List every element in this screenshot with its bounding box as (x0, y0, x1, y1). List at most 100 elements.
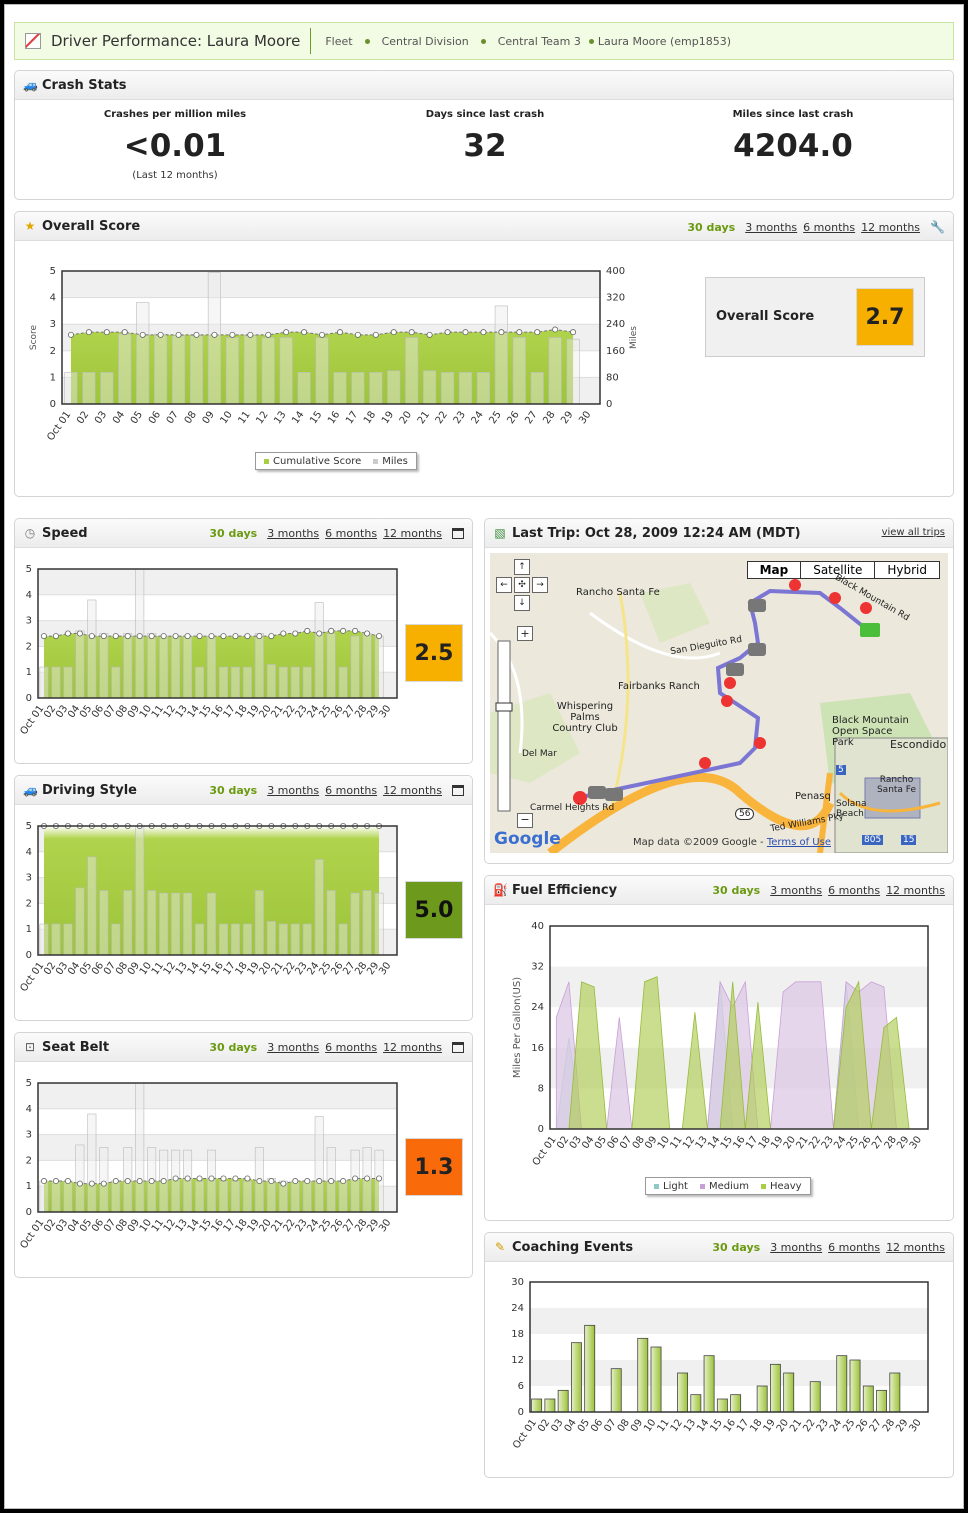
view-all-trips-link[interactable]: view all trips (882, 527, 945, 538)
trip-map[interactable]: ↑ ← ✣ → ↓ + − Map Satellite Hybrid Rancho … (490, 553, 948, 853)
range-3-months[interactable]: 3 months (267, 527, 319, 540)
miles-bar (100, 372, 114, 405)
legend-miles[interactable]: Miles (373, 456, 408, 467)
coaching-bar (650, 1346, 662, 1413)
score-point (148, 1178, 155, 1185)
score-point (136, 633, 143, 640)
range-selector: 30 days 3 months 6 months 12 months (209, 784, 464, 797)
event-marker (860, 602, 872, 614)
range-6-months[interactable]: 6 months (828, 884, 880, 897)
miles-bar (362, 633, 372, 699)
stop-marker (748, 643, 766, 656)
window-icon[interactable] (452, 528, 464, 539)
score-point (64, 1178, 71, 1185)
range-30-days[interactable]: 30 days (687, 221, 735, 234)
range-12-months[interactable]: 12 months (383, 784, 442, 797)
y-tick-label: 5 (26, 564, 32, 575)
range-6-months[interactable]: 6 months (325, 1041, 377, 1054)
miles-bar (242, 666, 252, 699)
y-tick-label: 1 (26, 924, 32, 935)
range-3-months[interactable]: 3 months (267, 1041, 319, 1054)
coaching-bar (862, 1385, 874, 1413)
miles-bar (183, 635, 193, 699)
legend-medium[interactable]: Medium (699, 1181, 749, 1192)
coaching-bar (544, 1398, 556, 1413)
zoom-in-icon[interactable]: + (517, 626, 533, 641)
y-tick-label: 2 (50, 346, 56, 357)
legend-cumulative[interactable]: Cumulative Score (264, 456, 361, 467)
range-12-months[interactable]: 12 months (886, 1241, 945, 1254)
x-tick-label: Oct 01 (18, 703, 46, 737)
range-3-months[interactable]: 3 months (745, 221, 797, 234)
range-3-months[interactable]: 3 months (267, 784, 319, 797)
car-icon: 🚙 (23, 78, 38, 92)
breadcrumb: Fleet Central Division Central Team 3 La… (325, 35, 731, 48)
range-6-months[interactable]: 6 months (803, 221, 855, 234)
miles-bar (423, 370, 437, 405)
terms-link[interactable]: Terms of Use (767, 837, 831, 848)
pan-down-icon[interactable]: ↓ (514, 595, 530, 611)
window-icon[interactable] (452, 785, 464, 796)
x-tick-label: 09 (201, 409, 217, 426)
breadcrumb-driver[interactable]: Laura Moore (emp1853) (598, 35, 731, 48)
range-3-months[interactable]: 3 months (770, 884, 822, 897)
speed-header: ◷ Speed 30 days 3 months 6 months 12 mon… (15, 519, 472, 548)
range-30-days[interactable]: 30 days (209, 1041, 257, 1054)
score-point (103, 329, 110, 336)
range-3-months[interactable]: 3 months (770, 1241, 822, 1254)
x-tick-label: 03 (93, 409, 109, 426)
range-6-months[interactable]: 6 months (828, 1241, 880, 1254)
pan-up-icon[interactable]: ↑ (514, 559, 530, 575)
pan-right-icon[interactable]: → (532, 577, 548, 593)
y-tick-label: 6 (518, 1381, 524, 1392)
score-point (157, 331, 164, 338)
pan-left-icon[interactable]: ← (496, 577, 512, 593)
legend-light[interactable]: Light (654, 1181, 688, 1192)
score-point (160, 1178, 167, 1185)
pan-center-icon[interactable]: ✣ (514, 577, 530, 593)
breadcrumb-fleet[interactable]: Fleet (325, 35, 352, 48)
legend-swatch (654, 1183, 659, 1189)
window-icon[interactable] (452, 1042, 464, 1053)
range-30-days[interactable]: 30 days (712, 884, 760, 897)
coaching-bar (849, 1359, 861, 1413)
range-6-months[interactable]: 6 months (325, 527, 377, 540)
score-point (112, 1178, 119, 1185)
miles-bar (39, 666, 49, 699)
map-type-hybrid[interactable]: Hybrid (874, 562, 939, 578)
score-point (552, 326, 559, 333)
miles-bar (99, 890, 109, 956)
breadcrumb-dot (480, 38, 486, 44)
coaching-bar (610, 1368, 622, 1413)
range-30-days[interactable]: 30 days (209, 784, 257, 797)
range-12-months[interactable]: 12 months (383, 1041, 442, 1054)
map-type-map[interactable]: Map (748, 562, 801, 578)
legend-label: Light (663, 1180, 688, 1192)
breadcrumb-division[interactable]: Central Division (382, 35, 469, 48)
wrench-icon[interactable]: 🔧 (930, 220, 945, 234)
y-tick-label: 16 (531, 1043, 544, 1054)
score-point (304, 1178, 311, 1185)
range-30-days[interactable]: 30 days (209, 527, 257, 540)
legend-swatch (373, 458, 379, 464)
x-tick-label: 06 (147, 409, 163, 426)
coaching-bar (756, 1385, 768, 1413)
range-12-months[interactable]: 12 months (861, 221, 920, 234)
range-6-months[interactable]: 6 months (325, 784, 377, 797)
range-12-months[interactable]: 12 months (383, 527, 442, 540)
miles-bar (171, 635, 181, 699)
legend-heavy[interactable]: Heavy (760, 1181, 802, 1192)
zoom-slider[interactable] (497, 640, 511, 812)
range-selector: 30 days 3 months 6 months 12 months (712, 1241, 945, 1254)
coaching-bar (809, 1381, 821, 1413)
grid-band (38, 1083, 397, 1109)
pan-controls: ↑ ← ✣ → ↓ (496, 559, 548, 611)
range-30-days[interactable]: 30 days (712, 1241, 760, 1254)
x-tick-label: 30 (377, 960, 393, 977)
zoom-handle[interactable] (495, 702, 513, 712)
y-tick-label: 4 (26, 847, 32, 858)
event-marker (754, 737, 766, 749)
breadcrumb-team[interactable]: Central Team 3 (498, 35, 581, 48)
range-12-months[interactable]: 12 months (886, 884, 945, 897)
zoom-out-icon[interactable]: − (517, 813, 533, 828)
